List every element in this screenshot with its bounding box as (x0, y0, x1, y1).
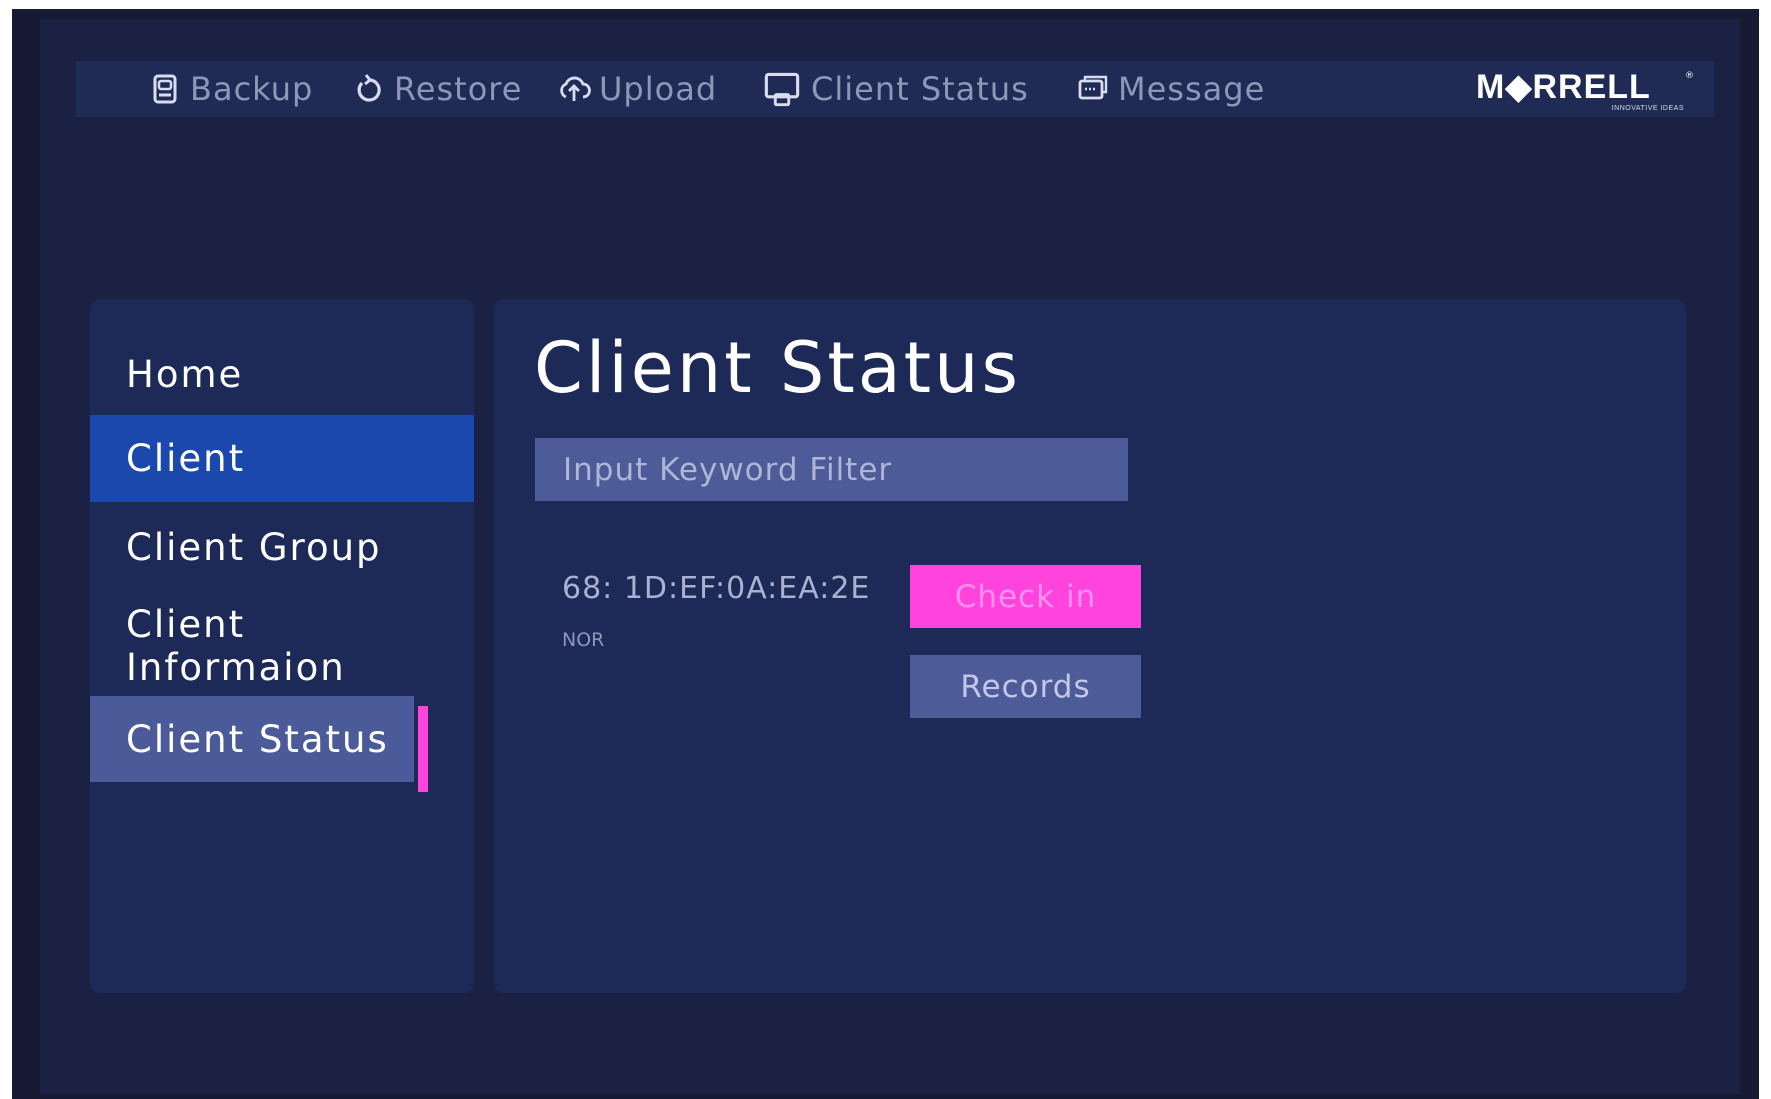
nav-upload[interactable]: Upload (557, 61, 717, 117)
sidebar-selection-marker (418, 706, 428, 792)
sidebar-item-label: Client Group (126, 525, 382, 569)
sidebar-item-client-information[interactable]: Client Informaion (90, 601, 474, 691)
records-button[interactable]: Records (910, 655, 1141, 718)
top-navigation-bar: Backup Restore Upload Client Status Mess… (76, 61, 1714, 117)
nav-backup-label: Backup (190, 70, 314, 108)
sidebar-item-client-group[interactable]: Client Group (90, 502, 474, 592)
keyword-filter-input[interactable] (535, 438, 1128, 501)
monitor-icon (764, 72, 800, 107)
nav-restore[interactable]: Restore (352, 61, 522, 117)
sidebar-item-home[interactable]: Home (90, 334, 474, 414)
app-screen: Backup Restore Upload Client Status Mess… (12, 9, 1759, 1099)
nav-client-status[interactable]: Client Status (761, 61, 1029, 117)
nav-restore-label: Restore (394, 70, 523, 108)
brand-logo: M◆RRELL ® INNOVATIVE IDEAS (1476, 67, 1706, 112)
backup-icon (153, 74, 177, 104)
client-mac-address: 68: 1D:EF:0A:EA:2E (562, 571, 871, 606)
sidebar-item-client[interactable]: Client (90, 415, 474, 502)
sidebar-item-label: Client Informaion (126, 603, 346, 689)
upload-icon (560, 76, 591, 101)
sidebar-item-label: Client (126, 437, 246, 480)
restore-icon (357, 74, 381, 102)
nav-client-status-label: Client Status (811, 70, 1029, 108)
nav-message[interactable]: Message (1076, 61, 1265, 117)
nav-backup[interactable]: Backup (148, 61, 313, 117)
nav-upload-label: Upload (599, 70, 718, 108)
sidebar: Home Client Client Group Client Informai… (90, 299, 474, 993)
check-in-button[interactable]: Check in (910, 565, 1141, 628)
sidebar-item-client-status[interactable]: Client Status (90, 696, 414, 782)
client-mode-label: NOR (562, 629, 605, 651)
sidebar-item-label: Home (126, 352, 244, 396)
main-panel: Client Status 68: 1D:EF:0A:EA:2E NOR Che… (494, 299, 1686, 993)
brand-logo-tagline: INNOVATIVE IDEAS (1611, 105, 1684, 112)
brand-logo-text: M◆RRELL (1476, 68, 1651, 106)
nav-message-label: Message (1118, 70, 1266, 108)
page-title: Client Status (534, 327, 1021, 409)
sidebar-item-label: Client Status (126, 717, 389, 761)
brand-logo-registered: ® (1685, 71, 1694, 81)
message-icon (1078, 75, 1108, 100)
